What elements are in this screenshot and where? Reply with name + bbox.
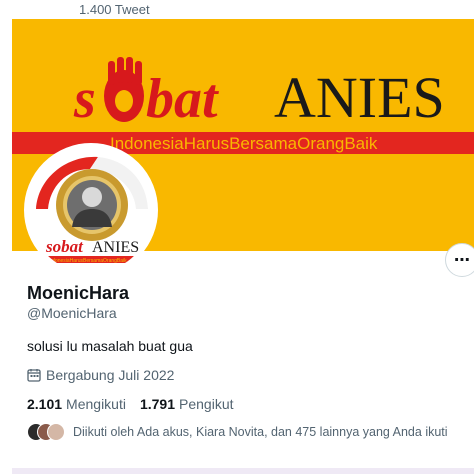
followed-by[interactable]: Diikuti oleh Ada akus, Kiara Novita, dan… [27,423,448,441]
profile-bio: solusi lu masalah buat gua [27,338,193,354]
more-button[interactable]: ⋯ [445,243,474,277]
svg-text:IndonesiaHarusBersamaOrangBaik: IndonesiaHarusBersamaOrangBaik [48,258,127,264]
hand-icon [104,57,144,122]
follower-avatar [47,423,65,441]
top-bar: 1.400 Tweet [0,0,474,19]
joined-date: Bergabung Juli 2022 [27,367,174,383]
banner-script-s: s [73,68,96,130]
tweet-count: 1.400 Tweet [79,2,150,17]
svg-text:ANIES: ANIES [92,239,139,256]
follower-avatars [27,423,65,441]
banner-caps: ANIES [274,65,445,130]
calendar-icon [27,369,41,382]
followed-by-text: Diikuti oleh Ada akus, Kiara Novita, dan… [73,425,448,439]
followers-link[interactable]: 1.791 Pengikut [140,396,234,412]
following-count: 2.101 [27,396,63,412]
avatar[interactable]: sobat ANIES IndonesiaHarusBersamaOrangBa… [24,143,158,277]
section-divider [12,468,474,474]
banner-script-bat: bat [146,68,219,130]
banner-tagline: IndonesiaHarusBersamaOrangBaik [110,134,378,153]
followers-count: 1.791 [139,396,176,412]
follow-stats: 2.101 Mengikuti 1.791 Pengikut [27,396,234,412]
profile-handle: @MoenicHara [27,305,117,321]
more-horizontal-icon: ⋯ [454,252,470,269]
svg-text:sobat: sobat [45,237,84,256]
following-link[interactable]: 2.101 Mengikuti [27,396,126,412]
followers-label: Pengikut [179,396,234,412]
profile-name: MoenicHara [27,283,130,303]
following-label: Mengikuti [66,396,126,412]
joined-label: Bergabung Juli 2022 [46,367,175,383]
